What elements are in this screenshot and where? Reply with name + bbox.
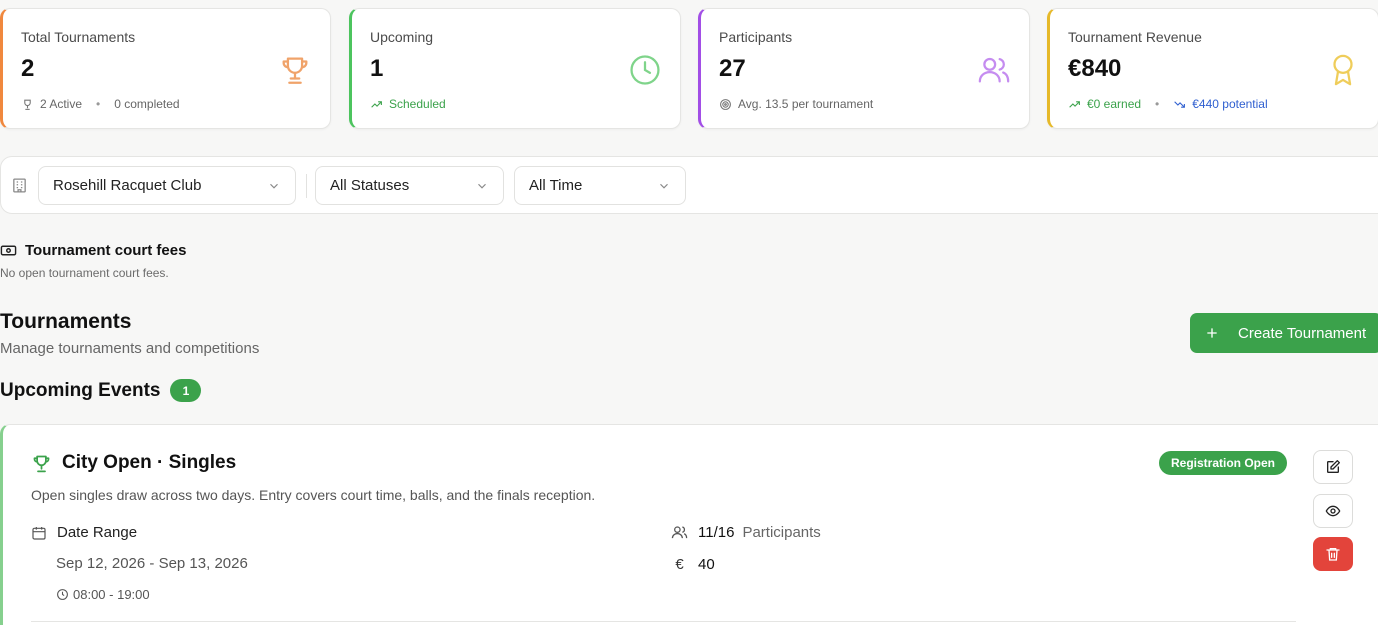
status-select[interactable]: All Statuses — [315, 166, 504, 205]
avg-participants: Avg. 13.5 per tournament — [738, 97, 874, 111]
stat-card-total-tournaments: Total Tournaments 2 2 Active • 0 complet… — [0, 8, 331, 129]
stat-label: Upcoming — [370, 29, 434, 45]
trophy-icon — [33, 455, 50, 472]
users-icon — [978, 57, 1010, 83]
chevron-down-icon — [270, 183, 278, 189]
calendar-icon — [32, 526, 46, 540]
clock-small-icon — [57, 589, 68, 600]
earned-amount: €0 earned — [1087, 97, 1142, 111]
status-badge: Registration Open — [1159, 451, 1288, 475]
trophy-icon — [282, 57, 308, 84]
participants-count: 11/16 — [698, 524, 735, 541]
separator-dot: • — [1155, 97, 1160, 111]
stat-sub: Scheduled — [370, 97, 446, 111]
building-icon — [13, 178, 26, 193]
stat-label: Total Tournaments — [21, 29, 136, 45]
stat-value: 27 — [719, 55, 746, 82]
scheduled-label: Scheduled — [389, 97, 446, 111]
tournament-description: Open singles draw across two days. Entry… — [31, 487, 596, 503]
tournament-card: City Open · Singles Open singles draw ac… — [0, 424, 1378, 625]
target-icon — [720, 98, 731, 110]
date-range-heading: Date Range — [31, 524, 137, 541]
award-icon — [1333, 54, 1353, 86]
tournament-title: City Open · Singles — [62, 452, 237, 473]
plus-icon — [1207, 328, 1217, 338]
trending-down-icon — [1174, 100, 1186, 108]
court-fees-empty: No open tournament court fees. — [0, 266, 169, 280]
time-range-value: 08:00 - 19:00 — [73, 587, 150, 602]
time-select-value: All Time — [529, 177, 583, 194]
time-range: 08:00 - 19:00 — [56, 587, 150, 602]
stat-value: €840 — [1068, 55, 1122, 82]
stat-label: Participants — [719, 29, 793, 45]
stat-sub: Avg. 13.5 per tournament — [719, 97, 873, 111]
euro-icon: € — [675, 556, 684, 573]
clock-icon — [630, 55, 660, 85]
page-title: Tournaments — [0, 310, 132, 333]
status-select-value: All Statuses — [330, 177, 410, 194]
stat-card-revenue: Tournament Revenue €840 €0 earned • €440… — [1047, 8, 1378, 129]
entry-fee-value: 40 — [698, 556, 715, 573]
stat-value: 1 — [370, 55, 384, 82]
participants-label: Participants — [742, 524, 821, 541]
edit-button[interactable] — [1313, 450, 1353, 484]
upcoming-events-title: Upcoming Events — [0, 379, 161, 401]
club-select-value: Rosehill Racquet Club — [53, 177, 202, 194]
chevron-down-icon — [478, 183, 486, 189]
potential-amount: €440 potential — [1192, 97, 1268, 111]
eye-icon — [1325, 505, 1341, 517]
active-count: 2 Active — [40, 97, 83, 111]
stat-sub: €0 earned • €440 potential — [1068, 97, 1268, 111]
court-fees-heading: Tournament court fees — [0, 242, 186, 259]
stat-card-upcoming: Upcoming 1 Scheduled — [349, 8, 681, 129]
completed-count: 0 completed — [114, 97, 180, 111]
view-button[interactable] — [1313, 494, 1353, 528]
court-fees-title: Tournament court fees — [25, 242, 187, 259]
trending-up-icon — [371, 100, 382, 108]
stat-label: Tournament Revenue — [1068, 29, 1202, 45]
create-tournament-button[interactable]: Create Tournament — [1190, 313, 1378, 353]
separator-dot: • — [96, 97, 101, 111]
tournament-title-row: City Open · Singles — [31, 452, 236, 474]
filter-divider — [306, 174, 307, 198]
date-range-label: Date Range — [57, 524, 138, 541]
filter-bar: Rosehill Racquet Club All Statuses All T… — [0, 156, 1378, 214]
card-divider — [31, 621, 1296, 622]
stat-value: 2 — [21, 55, 35, 82]
time-select[interactable]: All Time — [514, 166, 686, 205]
stat-sub: 2 Active • 0 completed — [21, 97, 180, 111]
page-subtitle: Manage tournaments and competitions — [0, 340, 260, 357]
participants-info: 11/16 Participants — [671, 524, 821, 541]
club-select[interactable]: Rosehill Racquet Club — [38, 166, 296, 205]
delete-button[interactable] — [1313, 537, 1353, 571]
trending-up-icon — [1069, 100, 1080, 108]
create-tournament-label: Create Tournament — [1238, 324, 1367, 342]
chevron-down-icon — [660, 183, 668, 189]
trash-icon — [1326, 548, 1340, 561]
banknote-icon — [0, 245, 17, 256]
trophy-small-icon — [24, 99, 31, 110]
users-icon — [671, 526, 688, 539]
date-range-value: Sep 12, 2026 - Sep 13, 2026 — [56, 555, 248, 572]
edit-icon — [1327, 460, 1340, 473]
stat-card-participants: Participants 27 Avg. 13.5 per tournament — [698, 8, 1030, 129]
upcoming-count-badge: 1 — [170, 379, 202, 402]
upcoming-events-heading: Upcoming Events 1 — [0, 379, 202, 402]
entry-fee: € 40 — [671, 556, 715, 573]
